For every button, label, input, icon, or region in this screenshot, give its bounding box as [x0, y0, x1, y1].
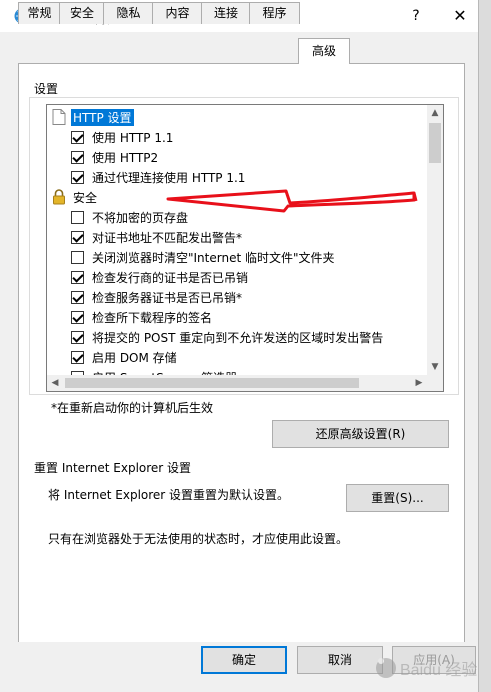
background-window-edge: [478, 0, 491, 692]
checkbox[interactable]: [71, 211, 84, 224]
help-button[interactable]: ?: [404, 4, 428, 28]
ok-button[interactable]: 确定: [201, 646, 287, 674]
tab-privacy[interactable]: 隐私: [103, 2, 154, 24]
restart-note: *在重新启动你的计算机后生效: [51, 401, 214, 415]
tab-connections[interactable]: 连接: [201, 2, 251, 24]
setting-label: 使用 HTTP 1.1: [92, 131, 174, 145]
tab-programs[interactable]: 程序: [249, 2, 300, 24]
reset-description: 将 Internet Explorer 设置重置为默认设置。: [48, 488, 290, 502]
vertical-scroll-thumb[interactable]: [429, 123, 441, 163]
checkbox[interactable]: [71, 151, 84, 164]
checkbox[interactable]: [71, 291, 84, 304]
checkbox[interactable]: [71, 231, 84, 244]
setting-row[interactable]: 通过代理连接使用 HTTP 1.1: [47, 167, 427, 187]
reset-button[interactable]: 重置(S)...: [346, 484, 449, 512]
vertical-scrollbar[interactable]: ▲ ▼: [427, 105, 443, 375]
setting-label: 不将加密的页存盘: [92, 211, 189, 225]
scroll-up-icon[interactable]: ▲: [427, 105, 443, 121]
setting-label: 将提交的 POST 重定向到不允许发送的区域时发出警告: [92, 331, 384, 345]
horizontal-scrollbar[interactable]: ◀ ▶: [47, 375, 427, 391]
setting-row[interactable]: 检查所下载程序的签名: [47, 307, 427, 327]
page-icon: [52, 109, 66, 125]
tab-advanced[interactable]: 高级: [298, 38, 350, 64]
setting-label: 检查发行商的证书是否已吊销: [92, 271, 249, 285]
checkbox[interactable]: [71, 351, 84, 364]
tab-content[interactable]: 内容: [152, 2, 203, 24]
settings-group-label: 设置: [34, 82, 59, 96]
cancel-button[interactable]: 取消: [297, 646, 383, 674]
tab-general[interactable]: 常规: [18, 2, 61, 24]
reset-section-heading: 重置 Internet Explorer 设置: [34, 461, 192, 475]
setting-row[interactable]: 不将加密的页存盘: [47, 207, 427, 227]
settings-list[interactable]: HTTP 设置 使用 HTTP 1.1 使用 HTTP2 通过代理连接使用 HT…: [46, 104, 444, 392]
horizontal-scroll-thumb[interactable]: [65, 378, 359, 388]
category-security[interactable]: 安全: [47, 187, 427, 207]
tab-security[interactable]: 安全: [59, 2, 105, 24]
scroll-right-icon[interactable]: ▶: [411, 375, 427, 391]
apply-button[interactable]: 应用(A): [392, 646, 476, 674]
setting-label: 检查服务器证书是否已吊销*: [92, 291, 243, 305]
checkbox[interactable]: [71, 311, 84, 324]
scroll-down-icon[interactable]: ▼: [427, 359, 443, 375]
setting-label: 关闭浏览器时清空"Internet 临时文件"文件夹: [92, 251, 335, 265]
setting-row[interactable]: 关闭浏览器时清空"Internet 临时文件"文件夹: [47, 247, 427, 267]
setting-row[interactable]: 检查服务器证书是否已吊销*: [47, 287, 427, 307]
close-button[interactable]: ✕: [446, 4, 474, 28]
setting-label: 检查所下载程序的签名: [92, 311, 213, 325]
setting-row[interactable]: 启用 DOM 存储: [47, 347, 427, 367]
setting-label: 对证书地址不匹配发出警告*: [92, 231, 243, 245]
setting-row[interactable]: 使用 HTTP 1.1: [47, 127, 427, 147]
setting-label: 使用 HTTP2: [92, 151, 159, 165]
category-label: 安全: [73, 191, 98, 205]
category-label: HTTP 设置: [71, 109, 134, 126]
setting-row[interactable]: 检查发行商的证书是否已吊销: [47, 267, 427, 287]
restore-advanced-settings-button[interactable]: 还原高级设置(R): [272, 420, 449, 448]
checkbox[interactable]: [71, 251, 84, 264]
setting-row[interactable]: 使用 HTTP2: [47, 147, 427, 167]
checkbox[interactable]: [71, 271, 84, 284]
reset-note: 只有在浏览器处于无法使用的状态时，才应使用此设置。: [48, 532, 349, 546]
setting-row[interactable]: 将提交的 POST 重定向到不允许发送的区域时发出警告: [47, 327, 427, 347]
setting-row[interactable]: 对证书地址不匹配发出警告*: [47, 227, 427, 247]
checkbox[interactable]: [71, 131, 84, 144]
checkbox[interactable]: [71, 331, 84, 344]
lock-icon: [53, 189, 65, 205]
setting-label: 启用 DOM 存储: [92, 351, 177, 365]
checkbox[interactable]: [71, 171, 84, 184]
scrollbar-corner: [427, 375, 443, 391]
scroll-left-icon[interactable]: ◀: [47, 375, 63, 391]
setting-label: 通过代理连接使用 HTTP 1.1: [92, 171, 246, 185]
category-http-settings[interactable]: HTTP 设置: [47, 107, 427, 127]
